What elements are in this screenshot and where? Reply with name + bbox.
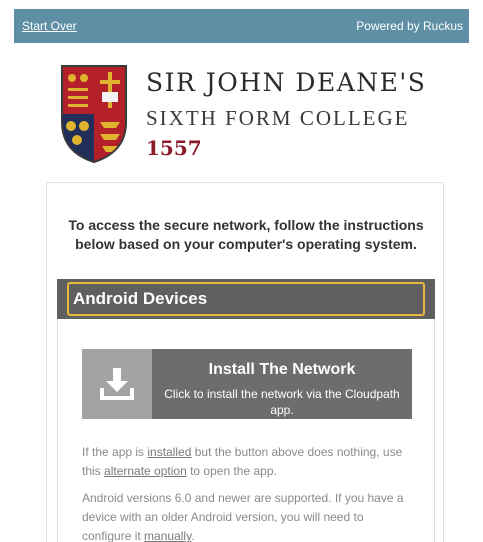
install-button-text: Install The Network Click to install the… <box>152 349 412 419</box>
alternate-option-help: If the app is installed but the button a… <box>82 443 412 481</box>
installed-link[interactable]: installed <box>147 445 191 459</box>
download-icon-box <box>82 349 152 419</box>
manually-link[interactable]: manually <box>144 529 191 542</box>
help2-text-end: . <box>191 529 195 542</box>
college-crest-icon <box>61 65 127 164</box>
android-section-body: Install The Network Click to install the… <box>57 319 435 542</box>
install-network-button[interactable]: Install The Network Click to install the… <box>82 349 412 419</box>
install-button-subtitle: Click to install the network via the Clo… <box>164 387 400 417</box>
android-section-title[interactable]: Android Devices <box>67 282 425 316</box>
download-icon <box>100 368 134 400</box>
android-version-help: Android versions 6.0 and newer are suppo… <box>82 489 412 542</box>
intro-text: To access the secure network, follow the… <box>68 217 424 252</box>
college-logo: SIR JOHN DEANE'S SIXTH FORM COLLEGE 1557 <box>60 64 460 164</box>
college-founded-year: 1557 <box>146 136 202 160</box>
top-bar: Start Over Powered by Ruckus <box>14 9 469 43</box>
college-name-line1: SIR JOHN DEANE'S <box>146 68 427 97</box>
powered-by-label: Powered by Ruckus <box>356 19 463 33</box>
android-section-header[interactable]: Android Devices <box>57 279 435 319</box>
college-name-line2: SIXTH FORM COLLEGE <box>146 106 410 130</box>
help1-text-start: If the app is <box>82 445 148 459</box>
instructions-card: To access the secure network, follow the… <box>46 182 444 542</box>
alternate-option-link[interactable]: alternate option <box>104 464 187 478</box>
start-over-link[interactable]: Start Over <box>22 19 77 33</box>
help1-text-end: to open the app. <box>186 464 277 478</box>
install-button-title: Install The Network <box>208 361 356 378</box>
help2-text-start: Android versions 6.0 and newer are suppo… <box>82 491 404 542</box>
